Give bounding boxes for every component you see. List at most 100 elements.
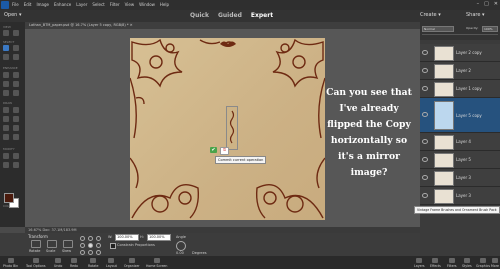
organizer-button[interactable]: Organizer bbox=[124, 258, 140, 268]
maximize-button[interactable]: □ bbox=[484, 1, 489, 7]
transform-bounding-box[interactable] bbox=[226, 106, 238, 150]
layers-button[interactable]: Layers bbox=[414, 258, 425, 268]
zoom-tool-icon[interactable] bbox=[3, 30, 9, 36]
visibility-eye-icon[interactable] bbox=[422, 68, 428, 73]
reference-point[interactable] bbox=[96, 250, 101, 255]
cancel-button[interactable]: ⦸ bbox=[220, 147, 229, 155]
menu-file[interactable]: File bbox=[12, 2, 19, 7]
reference-point[interactable] bbox=[88, 236, 93, 241]
menu-select[interactable]: Select bbox=[92, 2, 104, 7]
visibility-eye-icon[interactable] bbox=[422, 139, 428, 144]
shape-tool-icon[interactable] bbox=[3, 125, 9, 131]
close-button[interactable]: ✕ bbox=[494, 1, 498, 7]
smart-brush-tool-icon[interactable] bbox=[13, 90, 19, 96]
hand-tool-icon[interactable] bbox=[13, 30, 19, 36]
reference-point[interactable] bbox=[80, 236, 85, 241]
menu-help[interactable]: Help bbox=[160, 2, 169, 7]
reference-point[interactable] bbox=[96, 236, 101, 241]
clone-stamp-tool-icon[interactable] bbox=[3, 81, 9, 87]
eyedropper-tool-icon[interactable] bbox=[13, 134, 19, 140]
type-tool-icon[interactable] bbox=[13, 125, 19, 131]
content-aware-move-tool-icon[interactable] bbox=[3, 162, 9, 168]
undo-button[interactable]: Undo bbox=[54, 258, 62, 268]
blend-mode-select[interactable]: Normal bbox=[422, 26, 454, 32]
width-field[interactable]: 100.00% bbox=[115, 234, 139, 241]
straighten-tool-icon[interactable] bbox=[13, 162, 19, 168]
layer-row[interactable]: Layer 3 bbox=[420, 187, 500, 205]
menu-layer[interactable]: Layer bbox=[76, 2, 87, 7]
home-screen-button[interactable]: Home Screen bbox=[146, 258, 167, 268]
quick-selection-tool-icon[interactable] bbox=[13, 54, 19, 60]
move-tool-icon[interactable] bbox=[3, 45, 9, 51]
tab-expert[interactable]: Expert bbox=[251, 12, 273, 19]
height-field[interactable]: 100.00% bbox=[147, 234, 171, 241]
scale-icon[interactable] bbox=[47, 240, 57, 248]
visibility-eye-icon[interactable] bbox=[422, 112, 428, 117]
eraser-tool-icon[interactable] bbox=[13, 107, 19, 113]
layout-button[interactable]: Layout bbox=[106, 258, 117, 268]
tab-quick[interactable]: Quick bbox=[190, 12, 209, 19]
redo-button[interactable]: Redo bbox=[70, 258, 78, 268]
undo-icon bbox=[55, 258, 62, 263]
layer-row-selected[interactable]: Layer 5 copy bbox=[420, 98, 500, 133]
toolbox-section-draw: DRAW bbox=[3, 101, 13, 105]
layer-row[interactable]: Layer 2 bbox=[420, 62, 500, 80]
blur-tool-icon[interactable] bbox=[13, 81, 19, 87]
visibility-eye-icon[interactable] bbox=[422, 193, 428, 198]
rotate-icon[interactable] bbox=[31, 240, 41, 248]
layer-row[interactable]: Layer 2 copy bbox=[420, 44, 500, 62]
visibility-eye-icon[interactable] bbox=[422, 175, 428, 180]
lasso-tool-icon[interactable] bbox=[3, 54, 9, 60]
brush-tool-icon[interactable] bbox=[3, 107, 9, 113]
reference-point[interactable] bbox=[80, 243, 85, 248]
rotate-button[interactable]: Rotate bbox=[88, 258, 98, 268]
more-button[interactable]: More bbox=[491, 258, 499, 268]
minimize-button[interactable]: – bbox=[477, 1, 480, 7]
angle-dial-icon[interactable] bbox=[176, 241, 186, 251]
recompose-tool-icon[interactable] bbox=[13, 153, 19, 159]
photo-bin-button[interactable]: Photo Bin bbox=[3, 258, 18, 268]
marquee-tool-icon[interactable] bbox=[13, 45, 19, 51]
spot-healing-tool-icon[interactable] bbox=[13, 72, 19, 78]
sponge-tool-icon[interactable] bbox=[3, 90, 9, 96]
tool-options-button[interactable]: Tool Options bbox=[26, 258, 46, 268]
filters-button[interactable]: Filters bbox=[447, 258, 457, 268]
gradient-tool-icon[interactable] bbox=[13, 116, 19, 122]
angle-value[interactable]: 0.00 bbox=[176, 251, 184, 255]
graphics-button[interactable]: Graphics bbox=[476, 258, 490, 268]
share-button[interactable]: Share ▾ bbox=[466, 12, 485, 18]
visibility-eye-icon[interactable] bbox=[422, 50, 428, 55]
reference-point[interactable] bbox=[80, 250, 85, 255]
document-tab[interactable]: Lathan_BTM_paper.psd @ 16.7% (Layer 5 co… bbox=[25, 22, 420, 29]
styles-button[interactable]: Styles bbox=[462, 258, 472, 268]
layer-row[interactable]: Layer 4 bbox=[420, 133, 500, 151]
layer-row[interactable]: Layer 3 bbox=[420, 169, 500, 187]
paint-bucket-tool-icon[interactable] bbox=[3, 116, 9, 122]
visibility-eye-icon[interactable] bbox=[422, 157, 428, 162]
skew-icon[interactable] bbox=[63, 240, 73, 248]
menu-filter[interactable]: Filter bbox=[110, 2, 120, 7]
menu-image[interactable]: Image bbox=[36, 2, 49, 7]
pencil-tool-icon[interactable] bbox=[3, 134, 9, 140]
reference-point[interactable] bbox=[96, 243, 101, 248]
reference-point[interactable] bbox=[88, 243, 93, 248]
create-button[interactable]: Create ▾ bbox=[420, 12, 441, 18]
layers-panel-header: Normal Opacity: 100% bbox=[420, 22, 500, 40]
menu-edit[interactable]: Edit bbox=[24, 2, 32, 7]
reference-point[interactable] bbox=[88, 250, 93, 255]
crop-tool-icon[interactable] bbox=[3, 153, 9, 159]
tab-guided[interactable]: Guided bbox=[218, 12, 242, 19]
eye-tool-icon[interactable] bbox=[3, 72, 9, 78]
menu-view[interactable]: View bbox=[125, 2, 135, 7]
menu-window[interactable]: Window bbox=[139, 2, 155, 7]
opacity-field[interactable]: 100% bbox=[482, 26, 498, 32]
menu-enhance[interactable]: Enhance bbox=[54, 2, 71, 7]
foreground-color-swatch[interactable] bbox=[4, 193, 14, 203]
layer-row[interactable]: Layer 5 bbox=[420, 151, 500, 169]
commit-button[interactable]: ✔ bbox=[210, 147, 217, 153]
visibility-eye-icon[interactable] bbox=[422, 86, 428, 91]
open-button[interactable]: Open ▾ bbox=[4, 12, 21, 18]
constrain-checkbox[interactable] bbox=[110, 243, 116, 249]
effects-button[interactable]: Effects bbox=[430, 258, 441, 268]
layer-row[interactable]: Layer 1 copy bbox=[420, 80, 500, 98]
